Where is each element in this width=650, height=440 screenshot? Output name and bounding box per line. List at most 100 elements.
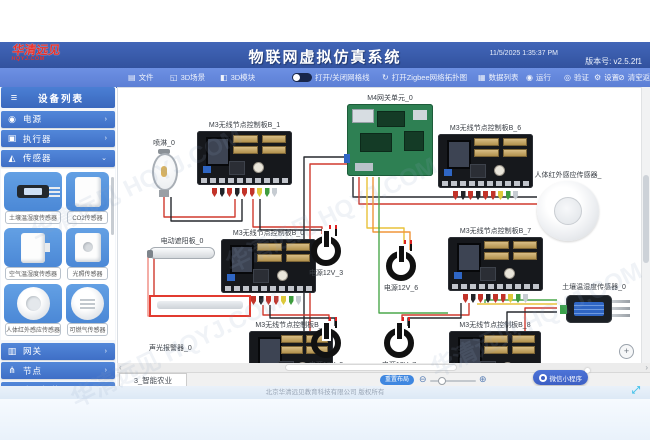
- menu-item-settings[interactable]: ⚙设置: [594, 68, 619, 87]
- sensor-tile-label: 光照传感器: [67, 267, 108, 280]
- top-sensor-icon: ◭: [1, 153, 23, 164]
- zoom-slider-thumb[interactable]: [438, 377, 446, 385]
- menu-item-label: 文件: [139, 72, 154, 83]
- pin-terminal: [471, 294, 476, 303]
- power-12v-6[interactable]: 电源12V_6: [384, 242, 418, 282]
- pin-terminal: [478, 294, 483, 303]
- scroll-left-icon[interactable]: ‹: [119, 363, 122, 372]
- sensor-tile-image-light-sensor[interactable]: [66, 228, 109, 267]
- grid-toggle-switch[interactable]: [292, 73, 312, 82]
- sunshade-0-body: [149, 247, 215, 259]
- menu-item-zigbee-topology[interactable]: ↻打开Zigbee网络拓扑图: [382, 68, 467, 87]
- alarm-0[interactable]: 声光报警器_0: [149, 295, 251, 317]
- soil-sensor-0[interactable]: 土壤温湿度传感器_0: [557, 293, 631, 327]
- pin-terminal: [513, 191, 518, 200]
- sensor-tile-label: 土壤温湿度传感器: [5, 211, 61, 224]
- sidebar-item-power[interactable]: ◉电源›: [1, 111, 115, 128]
- canvas-vertical-scrollbar[interactable]: [641, 87, 650, 363]
- menu-item-grid-toggle[interactable]: 打开/关闭网格线: [292, 68, 370, 87]
- sensor-grid-scrollbar[interactable]: [111, 177, 114, 235]
- human-ir-sensor-label: 人体红外感应传感器_: [535, 170, 602, 180]
- sensor-tile-image-soil-temp-humidity-sensor[interactable]: [4, 172, 62, 211]
- scene-tab[interactable]: 3_智能农业: [119, 373, 187, 387]
- hamburger-icon[interactable]: ≡: [1, 92, 27, 104]
- human-ir-sensor[interactable]: 人体红外感应传感器_: [537, 181, 599, 241]
- sensor-tile-image-air-temp-humidity-sensor[interactable]: [4, 228, 62, 267]
- scroll-right-icon[interactable]: ›: [645, 363, 648, 372]
- menu-item-data-list[interactable]: ▦数据列表: [478, 68, 519, 87]
- fit-view-icon[interactable]: +: [619, 344, 634, 359]
- sensor-grid: 土壤温湿度传感器CO2传感器空气温湿度传感器光照传感器人体红外感应传感器可燃气传…: [1, 169, 115, 340]
- pin-terminal: [250, 188, 255, 197]
- expand-icon[interactable]: ⤢: [629, 384, 643, 398]
- zoom-in-icon[interactable]: ⊕: [479, 374, 487, 385]
- menu-item-label: 运行: [536, 72, 551, 83]
- pin-terminal: [251, 296, 256, 305]
- soil-temp-humidity-sensor-icon: [17, 185, 49, 198]
- menu-item-run[interactable]: ◉运行: [526, 68, 551, 87]
- chevron-icon: ›: [105, 116, 107, 123]
- gateway-m4-0-label: M4网关单元_0: [367, 93, 413, 103]
- chevron-icon: ›: [105, 135, 107, 142]
- chevron-icon: ›: [105, 367, 107, 374]
- menu-item-scene-3d[interactable]: ◱3D场景: [170, 68, 205, 87]
- sensor-tile-label: 人体红外感应传感器: [5, 323, 61, 336]
- pin-terminal: [220, 188, 225, 197]
- node-board-b7-label: M3无线节点控制板B_7: [460, 226, 531, 236]
- node-board-b7[interactable]: M3无线节点控制板B_7: [448, 237, 543, 303]
- power-12v-3[interactable]: 电源12V_3: [309, 227, 343, 267]
- node-board-b0-label: M3无线节点控制板B_0: [233, 228, 304, 238]
- back-icon: ‹: [637, 74, 640, 82]
- sprinkler-0[interactable]: 喷淋_0: [147, 149, 181, 197]
- power-12v-6-body: [384, 242, 418, 282]
- zoom-slider[interactable]: [430, 380, 476, 382]
- menu-item-label: 3D场景: [181, 72, 206, 83]
- sidebar-item-sensor[interactable]: ◭传感器⌄: [1, 150, 115, 167]
- wechat-button-label: 微信小程序: [550, 373, 583, 383]
- datetime-label: 11/5/2025 1:35:37 PM: [490, 50, 558, 57]
- scene-icon: ◱: [170, 74, 178, 82]
- zoom-out-icon[interactable]: ⊖: [419, 374, 427, 385]
- horizontal-scrollbar-thumb[interactable]: [285, 364, 457, 371]
- sidebar-item-node[interactable]: ⋔节点›: [1, 362, 115, 379]
- sensor-tile-image-gas-sensor[interactable]: [66, 284, 109, 323]
- power-12v-7[interactable]: 电源12V_7: [382, 319, 416, 359]
- file-icon: ▤: [128, 74, 136, 82]
- pin-terminal: [274, 296, 279, 305]
- menu-item-module-3d[interactable]: ◧3D模块: [220, 68, 255, 87]
- pin-terminal: [289, 296, 294, 305]
- zigbee-icon: ↻: [382, 74, 389, 82]
- sunshade-0[interactable]: 电动遮阳板_0: [149, 247, 215, 259]
- wechat-miniprogram-button[interactable]: 微信小程序: [533, 370, 589, 385]
- sensor-tile-image-co2-sensor[interactable]: [66, 172, 109, 211]
- sidebar-item-actuator[interactable]: ▣执行器›: [1, 130, 115, 147]
- reset-layout-button[interactable]: 重置布局: [380, 375, 414, 385]
- pin-terminal: [266, 296, 271, 305]
- sidebar-item-gateway[interactable]: ▥网关›: [1, 343, 115, 360]
- node-board-b1-label: M3无线节点控制板B_1: [209, 120, 280, 130]
- menu-item-file[interactable]: ▤文件: [128, 68, 154, 87]
- sidebar-item-label: 网关: [23, 345, 105, 357]
- sensor-tile-image-human-infrared-sensor[interactable]: [4, 284, 62, 323]
- menu-item-verify[interactable]: ◎验证: [564, 68, 589, 87]
- node-board-b6-label: M3无线节点控制板B_6: [450, 123, 521, 133]
- vertical-scrollbar-thumb[interactable]: [643, 175, 649, 263]
- pin-terminal: [235, 188, 240, 197]
- menu-item-back[interactable]: ‹返回: [637, 68, 650, 87]
- sensor-tile-co2-sensor: CO2传感器: [66, 172, 109, 226]
- menu-item-label: 返回: [643, 72, 650, 83]
- sidebar-item-label: 电源: [23, 113, 105, 125]
- alarm-0-body: [149, 295, 251, 317]
- pin-terminal: [516, 294, 521, 303]
- design-canvas[interactable]: + 喷淋_0M3无线节点控制板B_1M4网关单元_0M3无线节点控制板B_6人体…: [117, 87, 641, 363]
- power-12v-2[interactable]: 电源12V_2: [309, 319, 343, 359]
- pin-terminal: [523, 294, 528, 303]
- module-icon: ◧: [220, 74, 228, 82]
- pin-terminal: [506, 191, 511, 200]
- gateway-m4-0[interactable]: M4网关单元_0: [347, 104, 433, 176]
- sidebar-item-label: 传感器: [23, 152, 101, 164]
- node-board-b6[interactable]: M3无线节点控制板B_6: [438, 134, 533, 200]
- pin-terminal: [265, 188, 270, 197]
- node-board-b1[interactable]: M3无线节点控制板B_1: [197, 131, 292, 197]
- node-board-b8[interactable]: M3无线节点控制板B_8: [449, 331, 541, 363]
